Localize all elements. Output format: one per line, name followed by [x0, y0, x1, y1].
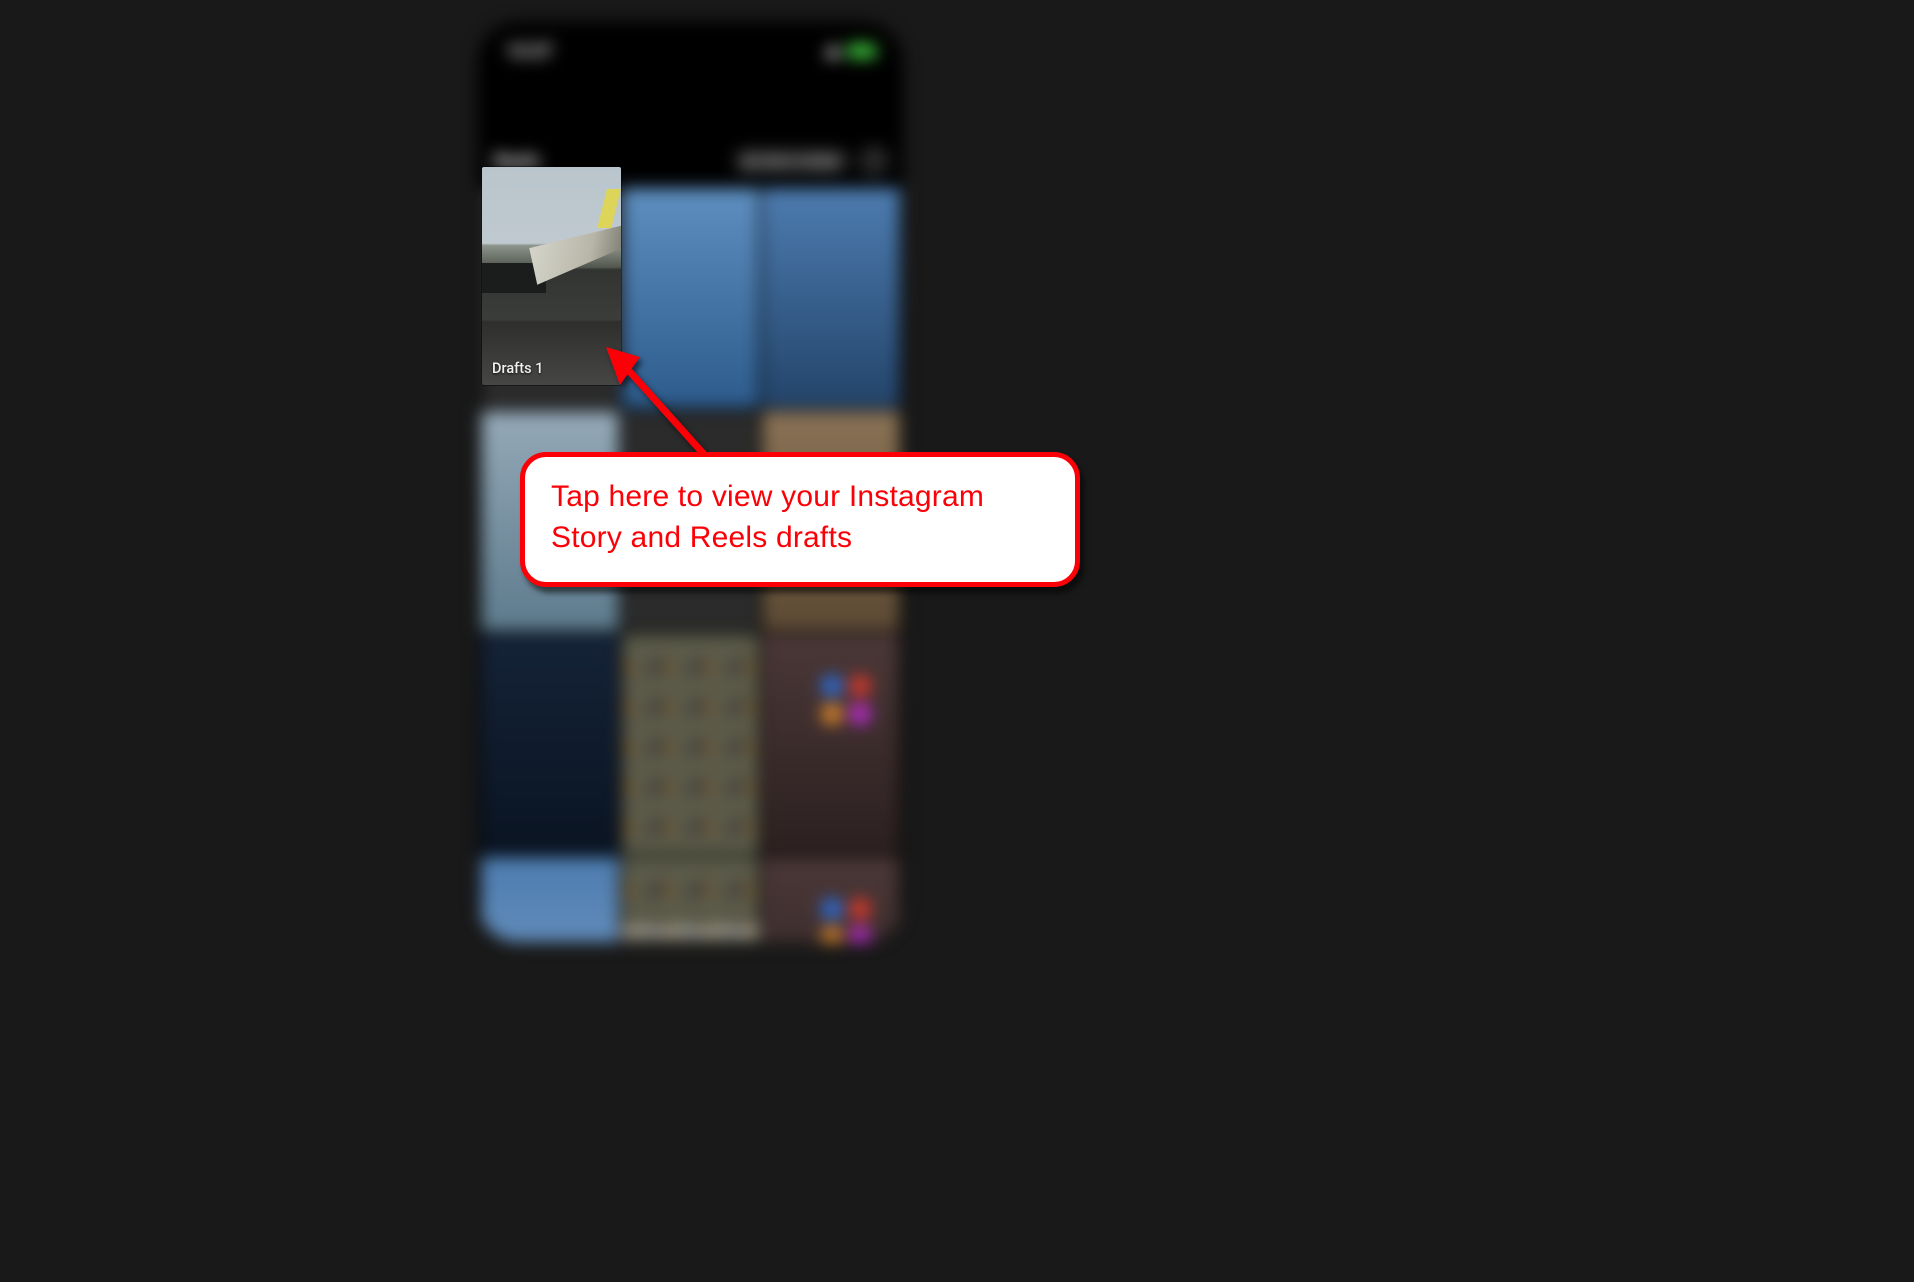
- grid-tile[interactable]: [481, 634, 619, 854]
- thumb-tail: [597, 189, 621, 228]
- battery-icon: [847, 44, 875, 58]
- drafts-label: Drafts 1: [492, 360, 543, 377]
- stack-icon: ▥: [744, 154, 755, 168]
- thumb-wing: [529, 224, 621, 285]
- stage: 12:27 Reels ▥ Select multiple ⚙: [0, 0, 1914, 1282]
- annotation-layer: Drafts 1 Tap here to view your Instagram…: [0, 0, 1914, 1282]
- status-right: [825, 44, 875, 58]
- grid-tile[interactable]: [762, 857, 900, 942]
- gear-icon[interactable]: ⚙: [861, 148, 887, 174]
- callout-bubble: Tap here to view your Instagram Story an…: [520, 452, 1080, 587]
- status-time: 12:27: [506, 41, 552, 62]
- callout-text: Tap here to view your Instagram Story an…: [551, 480, 984, 554]
- wifi-icon: [825, 45, 841, 57]
- home-indicator: [621, 929, 761, 934]
- grid-tile[interactable]: [481, 857, 619, 942]
- grid-tile[interactable]: [622, 634, 760, 854]
- status-bar: 12:27: [478, 28, 903, 74]
- select-multiple-button[interactable]: ▥ Select multiple: [734, 149, 849, 173]
- grid-tile[interactable]: [762, 634, 900, 854]
- grid-tile[interactable]: [762, 188, 900, 408]
